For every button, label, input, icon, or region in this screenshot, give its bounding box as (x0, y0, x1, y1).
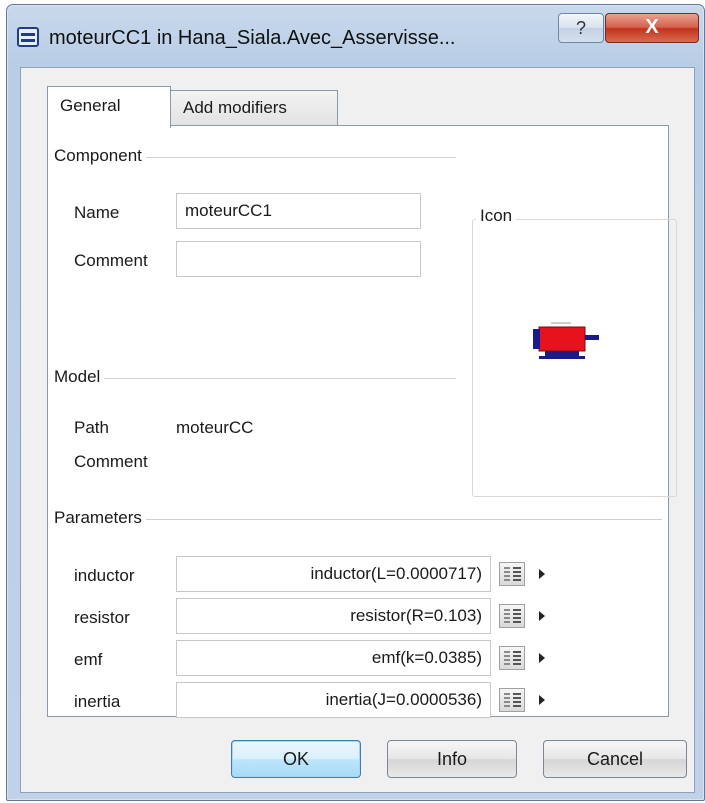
ok-button[interactable]: OK (231, 740, 361, 778)
close-button[interactable]: X (605, 13, 699, 43)
param-menu-arrow-icon[interactable] (539, 611, 545, 621)
param-field-inertia[interactable]: inertia(J=0.0000536) (176, 682, 491, 718)
model-comment-label: Comment (74, 452, 148, 471)
param-field-inductor[interactable]: inductor(L=0.0000717) (176, 556, 491, 592)
dialog-window: moteurCC1 in Hana_Siala.Avec_Asservisse.… (6, 4, 705, 801)
param-menu-arrow-icon[interactable] (539, 653, 545, 663)
param-field-emf[interactable]: emf(k=0.0385) (176, 640, 491, 676)
tab-add-modifiers[interactable]: Add modifiers (170, 90, 338, 126)
parameters-group-divider (56, 519, 662, 520)
title-bar[interactable]: moteurCC1 in Hana_Siala.Avec_Asservisse.… (7, 5, 704, 71)
parameters-group-title: Parameters (54, 508, 146, 528)
name-field[interactable]: moteurCC1 (176, 193, 421, 229)
param-label-inertia: inertia (74, 692, 121, 711)
help-button[interactable]: ? (558, 13, 604, 43)
component-comment-field[interactable] (176, 241, 421, 277)
icon-group-title: Icon (476, 206, 517, 226)
info-button[interactable]: Info (387, 740, 517, 778)
param-label-inductor: inductor (74, 566, 135, 585)
param-edit-icon[interactable] (499, 646, 525, 670)
param-menu-arrow-icon[interactable] (539, 569, 545, 579)
param-label-resistor: resistor (74, 608, 130, 627)
path-value: moteurCC (176, 418, 254, 437)
param-field-resistor[interactable]: resistor(R=0.103) (176, 598, 491, 634)
param-edit-icon[interactable] (499, 604, 525, 628)
param-edit-icon[interactable] (499, 688, 525, 712)
model-group-title: Model (54, 367, 105, 387)
component-comment-label: Comment (74, 251, 148, 270)
app-window-icon (17, 27, 39, 47)
window-title: moteurCC1 in Hana_Siala.Avec_Asservisse.… (49, 27, 456, 49)
param-menu-arrow-icon[interactable] (539, 695, 545, 705)
component-group-title: Component (54, 146, 146, 166)
model-group-divider (56, 378, 456, 379)
tab-general[interactable]: General (47, 86, 171, 128)
param-edit-icon[interactable] (499, 562, 525, 586)
name-label: Name (74, 203, 120, 222)
dc-motor-icon (533, 322, 599, 359)
cancel-button[interactable]: Cancel (543, 740, 687, 778)
path-label: Path (74, 418, 109, 437)
general-tab-panel: Component Name moteurCC1 Comment Icon Mo… (47, 125, 677, 718)
dialog-client-area: General Add modifiers Component Name mot… (20, 67, 695, 793)
param-label-emf: emf (74, 650, 103, 669)
